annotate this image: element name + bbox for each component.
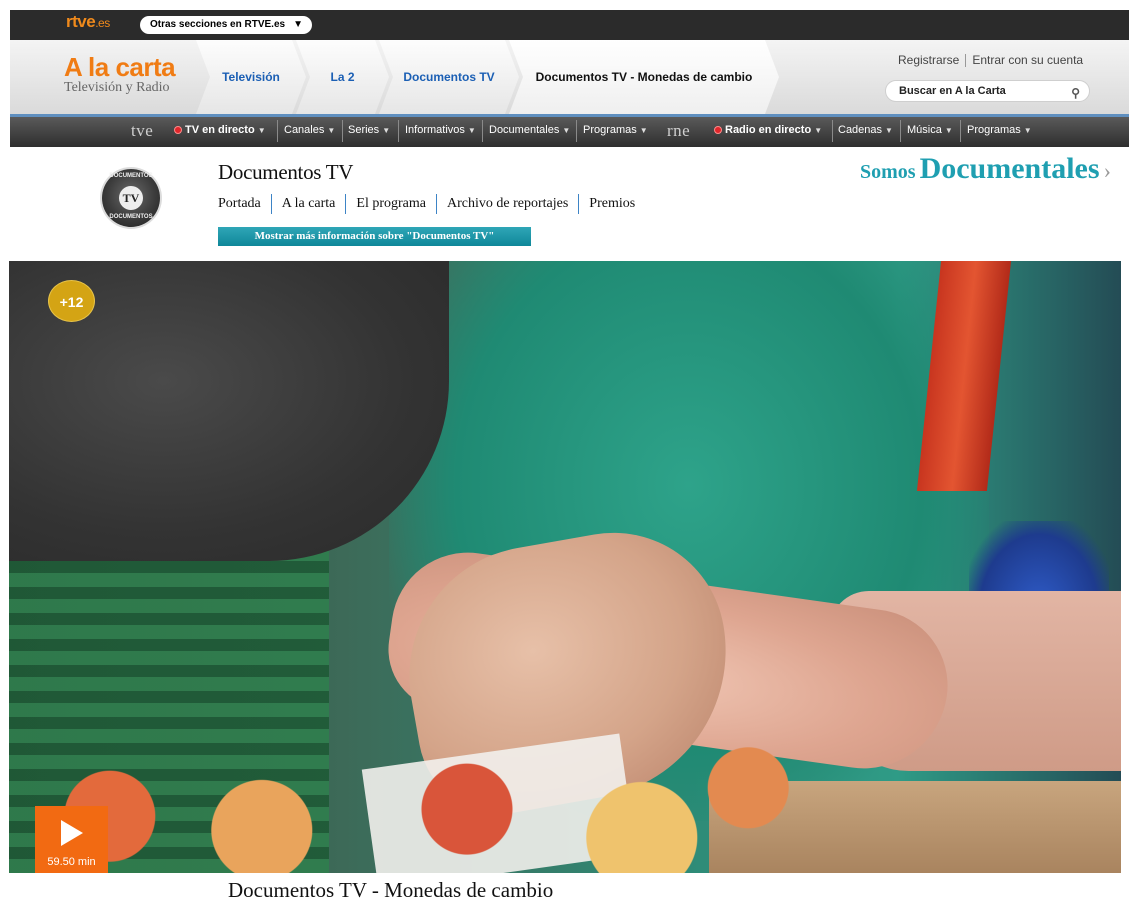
breadcrumb-television[interactable]: Televisión [196, 40, 306, 114]
nav-separator [832, 120, 833, 142]
nav-series[interactable]: Series ▼ [348, 116, 390, 145]
program-nav-premios[interactable]: Premios [589, 196, 635, 212]
age-rating-badge: +12 [48, 280, 95, 322]
nav-informativos[interactable]: Informativos ▼ [405, 116, 476, 145]
program-title[interactable]: Documentos TV [218, 160, 353, 185]
video-title: Documentos TV - Monedas de cambio [228, 878, 554, 902]
register-link[interactable]: Registrarse [898, 53, 959, 67]
nav-radio-en-directo[interactable]: Radio en directo ▼ [714, 116, 822, 145]
search-icon[interactable]: ⚲ [1071, 83, 1080, 103]
chevron-down-icon: ▼ [639, 126, 648, 135]
program-nav-portada[interactable]: Portada [218, 196, 261, 212]
program-nav-el-programa[interactable]: El programa [356, 196, 426, 212]
program-nav-separator [270, 194, 272, 214]
nav-documentales[interactable]: Documentales ▼ [489, 116, 570, 145]
nav-separator [277, 120, 278, 142]
alacarta-subtitle: Televisión y Radio [64, 80, 170, 95]
video-duration: 59.50 min [47, 856, 96, 868]
otras-secciones-dropdown[interactable]: Otras secciones en RTVE.es ▼ [140, 16, 312, 34]
account-links: Registrarse Entrar con su cuenta [898, 53, 1083, 68]
program-nav-archivo[interactable]: Archivo de reportajes [447, 196, 568, 212]
somos-documentales-promo[interactable]: Somos Documentales › [860, 152, 1111, 186]
nav-separator [576, 120, 577, 142]
nav-separator [482, 120, 483, 142]
logo-ring-top: DOCUMENTOS [109, 173, 153, 179]
nav-separator [900, 120, 901, 142]
program-nav-a-la-carta[interactable]: A la carta [282, 196, 336, 212]
chevron-down-icon: ▼ [327, 126, 336, 135]
breadcrumb-documentos-tv[interactable]: Documentos TV [379, 40, 519, 114]
more-info-button[interactable]: Mostrar más información sobre "Documento… [218, 227, 531, 246]
nav-tv-en-directo[interactable]: TV en directo ▼ [174, 116, 266, 145]
chevron-down-icon: ▼ [944, 126, 953, 135]
rtve-logo[interactable]: rtve.es [66, 12, 110, 32]
account-separator [965, 54, 967, 68]
chevron-down-icon: ▼ [562, 126, 571, 135]
nav-separator [398, 120, 399, 142]
nav-programas-radio-label: Programas [967, 124, 1021, 136]
promo-big-text: Documentales [919, 152, 1100, 185]
logo-center: TV [119, 186, 143, 210]
promo-small-text: Somos [860, 161, 916, 183]
chevron-down-icon: ▼ [382, 126, 391, 135]
thumbnail-apples [49, 731, 809, 873]
nav-cadenas-label: Cadenas [838, 124, 883, 136]
logo-ring-bottom: DOCUMENTOS [109, 214, 153, 220]
rtve-logo-text: rtve [66, 12, 96, 31]
chevron-right-icon: › [1103, 158, 1111, 183]
program-nav-separator [345, 194, 347, 214]
search-label: Buscar en A la Carta [899, 85, 1006, 97]
nav-separator [960, 120, 961, 142]
nav-canales-label: Canales [284, 124, 325, 136]
nav-programas-tv-label: Programas [583, 124, 637, 136]
live-dot-icon [174, 126, 182, 135]
chevron-down-icon: ▼ [467, 126, 476, 135]
nav-radio-en-directo-label: Radio en directo [725, 124, 812, 136]
nav-cadenas[interactable]: Cadenas ▼ [838, 116, 893, 145]
chevron-down-icon: ▼ [257, 126, 266, 135]
nav-canales[interactable]: Canales ▼ [284, 116, 335, 145]
nav-programas-radio[interactable]: Programas ▼ [967, 116, 1032, 145]
chevron-down-icon: ▼ [814, 126, 823, 135]
nav-programas-tv[interactable]: Programas ▼ [583, 116, 648, 145]
program-nav-separator [436, 194, 437, 214]
dropdown-arrow-icon: ▼ [293, 19, 303, 30]
nav-series-label: Series [348, 124, 380, 136]
tve-brand[interactable]: tve [131, 116, 153, 145]
program-nav-separator [578, 194, 580, 214]
live-dot-icon [714, 126, 722, 135]
breadcrumb-current: Documentos TV - Monedas de cambio [509, 40, 779, 114]
otras-secciones-label: Otras secciones en RTVE.es [150, 19, 286, 30]
rne-brand[interactable]: rne [667, 116, 690, 145]
program-nav: Portada A la carta El programa Archivo de r… [218, 194, 635, 214]
login-link[interactable]: Entrar con su cuenta [972, 53, 1083, 67]
video-thumbnail[interactable] [9, 261, 1121, 873]
chevron-down-icon: ▼ [1023, 126, 1032, 135]
nav-informativos-label: Informativos [405, 124, 465, 136]
search-input[interactable]: Buscar en A la Carta ⚲ [885, 80, 1090, 102]
nav-musica-label: Música [907, 124, 942, 136]
chevron-down-icon: ▼ [885, 126, 893, 135]
documentos-tv-logo[interactable]: DOCUMENTOS TV DOCUMENTOS [102, 169, 160, 227]
nav-separator [342, 120, 343, 142]
play-button[interactable]: 59.50 min [35, 806, 108, 873]
nav-tv-en-directo-label: TV en directo [185, 124, 255, 136]
rtve-logo-suffix: .es [95, 16, 110, 30]
nav-documentales-label: Documentales [489, 124, 560, 136]
play-icon [61, 820, 83, 846]
nav-musica[interactable]: Música ▼ [907, 116, 953, 145]
alacarta-title[interactable]: A la carta [64, 52, 176, 83]
